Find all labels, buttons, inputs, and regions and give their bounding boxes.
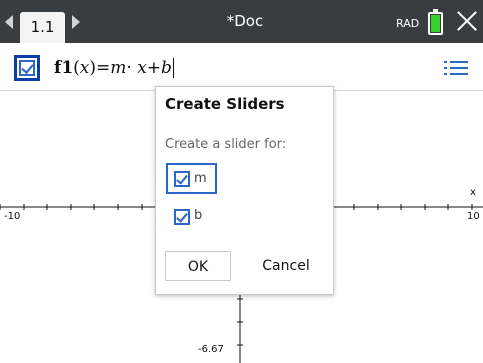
triangle-right-icon[interactable] — [72, 15, 80, 29]
document-title: *Doc — [226, 12, 264, 30]
function-name: f1 — [54, 58, 74, 78]
y-min-label: -6.67 — [198, 344, 224, 355]
top-bar: 1.1 *Doc RAD — [0, 0, 483, 43]
text-cursor — [172, 58, 174, 78]
x-min-label: -10 — [4, 211, 21, 222]
function-arg: x — [79, 58, 90, 78]
ok-button[interactable]: OK — [165, 251, 231, 281]
slider-b-checkbox[interactable] — [174, 209, 190, 225]
x-axis-name: x — [470, 187, 476, 198]
battery-icon — [428, 9, 443, 35]
dialog-subtitle: Create a slider for: — [165, 137, 287, 152]
triangle-left-icon[interactable] — [5, 15, 13, 29]
slider-m-checkbox[interactable] — [174, 171, 190, 187]
function-visibility-checkbox[interactable] — [14, 55, 40, 81]
angle-mode-indicator: RAD — [396, 17, 420, 30]
dialog-title: Create Sliders — [165, 95, 285, 113]
slider-b-label: b — [194, 208, 203, 223]
create-sliders-dialog: Create Sliders Create a slider for: m b … — [155, 86, 334, 295]
cancel-button[interactable]: Cancel — [249, 251, 323, 281]
checkmark-icon — [19, 60, 35, 76]
function-body: =m· x+b — [96, 58, 172, 78]
slider-m-label: m — [194, 171, 207, 186]
x-max-label: 10 — [467, 211, 480, 222]
function-entry[interactable]: f1(x)=m· x+b — [54, 58, 174, 78]
close-icon[interactable] — [456, 10, 478, 32]
tab-1-1[interactable]: 1.1 — [20, 12, 65, 43]
menu-icon[interactable] — [444, 59, 468, 77]
